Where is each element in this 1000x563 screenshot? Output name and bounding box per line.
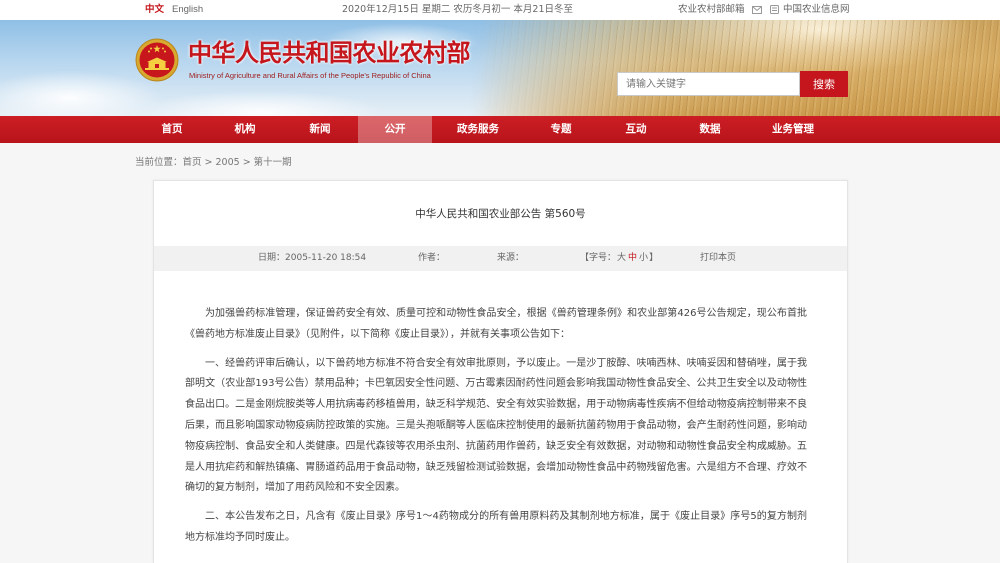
agri-info-network-link[interactable]: 中国农业信息网 [783, 0, 850, 20]
nav-item-topics[interactable]: 专题 [524, 116, 598, 143]
top-bar: 中文 English 2020年12月15日 星期二 农历冬月初一 本月21日冬… [0, 0, 1000, 20]
nav-item-public[interactable]: 公开 [358, 116, 432, 143]
article-card: 中华人民共和国农业部公告 第560号 日期：2005-11-20 18:54 作… [153, 180, 848, 563]
article-date: 2005-11-20 18:54 [285, 253, 367, 263]
article-author-label: 作者： [418, 253, 446, 263]
print-page-link[interactable]: 打印本页 [700, 246, 736, 271]
wheat-field-background [470, 20, 1000, 116]
language-chinese-link[interactable]: 中文 [145, 0, 164, 20]
article-info-bar: 日期：2005-11-20 18:54 作者： 来源： 【字号：大中小】 打印本… [154, 246, 847, 271]
font-size-label: 【字号： [580, 253, 617, 263]
nav-item-organization[interactable]: 机构 [208, 116, 282, 143]
nav-item-business-management[interactable]: 业务管理 [756, 116, 830, 143]
breadcrumb-link-home[interactable]: 首页 [183, 157, 202, 168]
article-title: 中华人民共和国农业部公告 第560号 [415, 208, 586, 220]
nav-item-interaction[interactable]: 互动 [599, 116, 673, 143]
font-size-small[interactable]: 小 [639, 253, 648, 263]
article-body: 为加强兽药标准管理，保证兽药安全有效、质量可控和动物性食品安全，根据《兽药管理条… [185, 304, 807, 557]
article-paragraph: 一、经兽药评审后确认，以下兽药地方标准不符合安全有效审批原则，予以废止。一是沙丁… [185, 357, 807, 494]
breadcrumb-separator: > [242, 157, 251, 168]
ministry-mail-link[interactable]: 农业农村部邮箱 [678, 0, 745, 20]
search-button[interactable]: 搜索 [800, 71, 848, 97]
site-subtitle-english: Ministry of Agriculture and Rural Affair… [189, 71, 431, 80]
font-size-medium[interactable]: 中 [628, 253, 637, 263]
article-source-label: 来源： [497, 253, 525, 263]
nav-item-home[interactable]: 首页 [135, 116, 209, 143]
breadcrumb-label: 当前位置： [135, 157, 183, 168]
main-nav: 首页 机构 新闻 公开 政务服务 专题 互动 数据 业务管理 [0, 116, 1000, 143]
language-english-link[interactable]: English [172, 0, 203, 20]
article-paragraph: 为加强兽药标准管理，保证兽药安全有效、质量可控和动物性食品安全，根据《兽药管理条… [185, 308, 807, 340]
nav-item-data[interactable]: 数据 [673, 116, 747, 143]
font-size-large[interactable]: 大 [617, 253, 626, 263]
website-icon[interactable] [770, 5, 779, 14]
breadcrumb: 当前位置：首页 >2005 > 第十一期 [135, 157, 292, 169]
national-emblem-icon[interactable] [135, 38, 179, 82]
breadcrumb-link-year[interactable]: 2005 [216, 157, 240, 168]
search-input[interactable] [617, 72, 800, 96]
current-date: 2020年12月15日 星期二 农历冬月初一 本月21日冬至 [342, 4, 574, 15]
font-size-close-bracket: 】 [649, 253, 659, 263]
nav-item-news[interactable]: 新闻 [283, 116, 357, 143]
site-header: 中华人民共和国农业农村部 Ministry of Agriculture and… [0, 20, 1000, 116]
site-title[interactable]: 中华人民共和国农业农村部 [188, 39, 471, 67]
breadcrumb-separator: > [204, 157, 213, 168]
article-date-group: 日期：2005-11-20 18:54 [258, 246, 366, 271]
mail-icon[interactable] [752, 6, 762, 14]
article-date-label: 日期： [258, 253, 286, 263]
nav-item-government-services[interactable]: 政务服务 [441, 116, 515, 143]
breadcrumb-link-issue[interactable]: 第十一期 [254, 157, 292, 168]
article-paragraph: 二、本公告发布之日，凡含有《废止目录》序号1～4药物成分的所有兽用原料药及其制剂… [185, 511, 807, 543]
font-size-control: 【字号：大中小】 [580, 246, 658, 271]
